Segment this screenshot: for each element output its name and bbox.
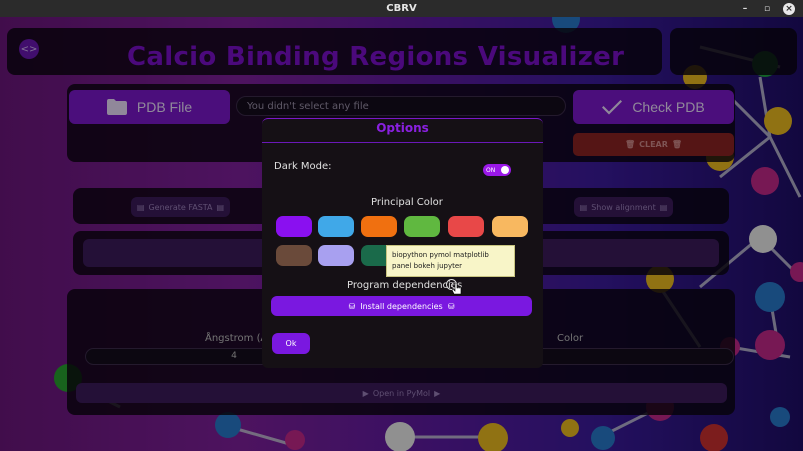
download-icon: ⛁	[348, 301, 356, 311]
ok-button[interactable]: Ok	[272, 333, 310, 354]
pointer-cursor-icon	[452, 283, 462, 295]
dependencies-label: Program dependencies	[347, 280, 463, 291]
color-swatch-peach[interactable]	[492, 216, 528, 237]
dark-mode-label: Dark Mode:	[274, 161, 332, 172]
minimize-icon[interactable]: –	[739, 3, 751, 15]
window-titlebar: CBRV – ▫ ×	[0, 0, 803, 17]
color-swatch-red[interactable]	[448, 216, 484, 237]
toggle-knob	[501, 166, 509, 174]
dark-mode-toggle[interactable]: ON	[483, 164, 511, 176]
maximize-icon[interactable]: ▫	[761, 3, 773, 15]
install-dependencies-label: Install dependencies	[360, 301, 443, 311]
close-icon[interactable]: ×	[783, 2, 795, 15]
dependencies-tooltip: biopython pymol matplotlib panel bokeh j…	[386, 245, 515, 277]
options-divider	[262, 142, 543, 143]
color-swatch-orange[interactable]	[361, 216, 397, 237]
principal-color-label: Principal Color	[371, 197, 443, 208]
color-swatch-purple[interactable]	[276, 216, 312, 237]
dark-mode-state: ON	[486, 166, 496, 174]
color-swatch-brown[interactable]	[276, 245, 312, 266]
color-swatch-green[interactable]	[404, 216, 440, 237]
color-swatch-blue[interactable]	[318, 216, 354, 237]
app-window: <> Calcio Binding Regions Visualizer PDB…	[0, 17, 803, 451]
options-title: Options	[376, 121, 429, 135]
download-icon: ⛁	[447, 301, 455, 311]
install-dependencies-button[interactable]: ⛁ Install dependencies ⛁	[271, 296, 532, 316]
window-title: CBRV	[386, 3, 417, 14]
color-swatch-lavender[interactable]	[318, 245, 354, 266]
options-dialog: Options Dark Mode: ON Principal Color Pr…	[262, 118, 543, 368]
